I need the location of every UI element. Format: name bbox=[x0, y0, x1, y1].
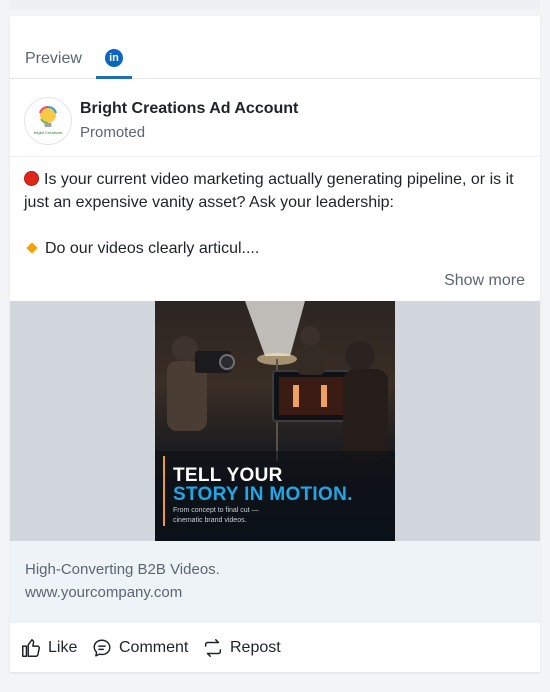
ad-footer[interactable]: High-Converting B2B Videos. www.yourcomp… bbox=[10, 541, 540, 623]
tab-preview[interactable]: Preview bbox=[25, 50, 82, 68]
repost-icon bbox=[204, 638, 222, 657]
ad-media[interactable]: TELL YOUR STORY IN MOTION. From concept … bbox=[10, 301, 540, 541]
creative-subline-1: From concept to final cut — bbox=[173, 507, 259, 514]
stop-emoji-icon bbox=[24, 171, 39, 186]
like-button[interactable]: Like bbox=[20, 623, 77, 672]
avatar-text: bright Creations bbox=[33, 130, 63, 135]
creative-subline-2: cinematic brand videos. bbox=[173, 517, 247, 524]
linkedin-icon: in bbox=[105, 49, 123, 67]
bulb-logo-icon bbox=[39, 106, 57, 127]
repost-label: Repost bbox=[230, 638, 281, 656]
ad-preview-card: Preview in bright Creations Bright Creat… bbox=[10, 16, 540, 672]
repost-button[interactable]: Repost bbox=[202, 623, 281, 672]
preview-tabs: Preview in bbox=[10, 16, 540, 79]
like-label: Like bbox=[48, 638, 78, 656]
ad-url: www.yourcompany.com bbox=[25, 584, 183, 601]
ad-headline: High-Converting B2B Videos. bbox=[25, 561, 220, 578]
diamond-emoji-icon bbox=[26, 242, 38, 254]
account-name[interactable]: Bright Creations Ad Account bbox=[80, 100, 298, 118]
comment-icon bbox=[93, 638, 111, 657]
post-line-1-text: Is your current video marketing actually… bbox=[24, 171, 514, 211]
top-strip bbox=[10, 0, 540, 10]
creative-headline-2: STORY IN MOTION. bbox=[173, 484, 353, 505]
post-line-2-text: Do our videos clearly articul.... bbox=[45, 240, 260, 257]
comment-button[interactable]: Comment bbox=[91, 623, 188, 672]
thumbs-up-icon bbox=[22, 638, 40, 657]
film-set-illustration bbox=[167, 301, 388, 461]
avatar[interactable]: bright Creations bbox=[24, 97, 72, 145]
post-line-2: Do our videos clearly articul.... bbox=[24, 237, 529, 260]
show-more-link[interactable]: Show more bbox=[444, 272, 525, 290]
post-header: bright Creations Bright Creations Ad Acc… bbox=[10, 78, 540, 157]
post-text: Is your current video marketing actually… bbox=[24, 168, 529, 260]
promoted-label: Promoted bbox=[80, 124, 146, 141]
tab-linkedin[interactable]: in bbox=[96, 41, 132, 79]
creative-accent-line bbox=[163, 456, 165, 526]
ad-creative-image: TELL YOUR STORY IN MOTION. From concept … bbox=[155, 301, 395, 541]
social-actions: Like Comment Repost bbox=[10, 623, 540, 672]
post-spacer bbox=[24, 214, 529, 237]
post-line-1: Is your current video marketing actually… bbox=[24, 168, 529, 214]
comment-label: Comment bbox=[119, 638, 189, 656]
